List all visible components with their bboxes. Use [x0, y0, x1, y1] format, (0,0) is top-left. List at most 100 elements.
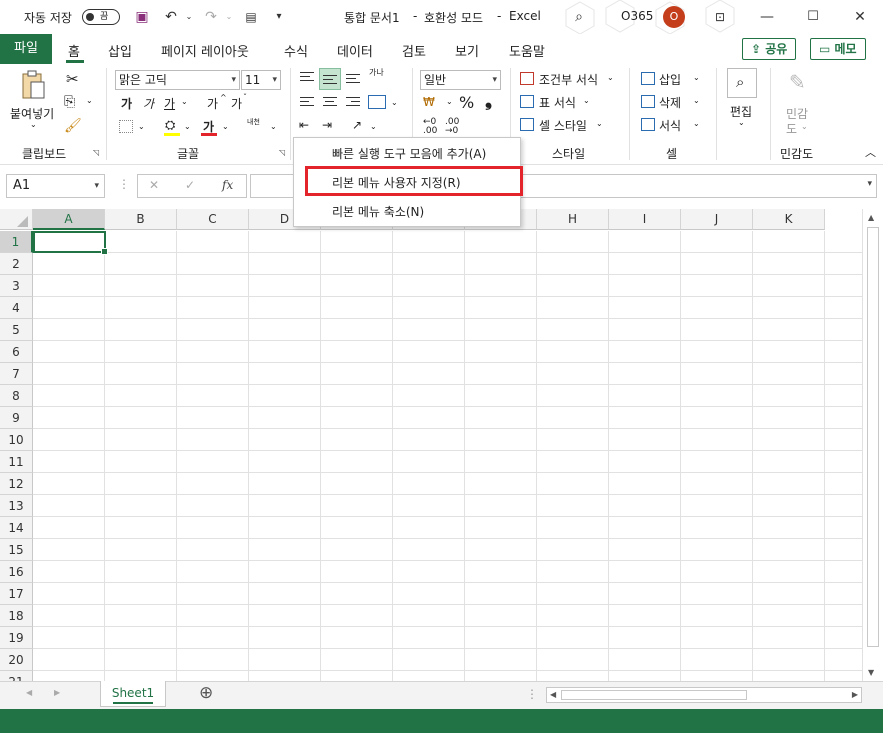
- row-header[interactable]: 11: [0, 451, 33, 473]
- phonetic-dropdown-icon[interactable]: ⌄: [270, 122, 277, 131]
- selected-cell[interactable]: [33, 231, 108, 255]
- column-header[interactable]: C: [177, 209, 249, 230]
- row-header[interactable]: 1: [0, 231, 33, 253]
- format-dropdown-icon[interactable]: ⌄: [693, 119, 700, 128]
- phonetic-button[interactable]: 내천: [247, 118, 261, 126]
- row-header[interactable]: 12: [0, 473, 33, 495]
- redo-icon[interactable]: ↷: [202, 8, 220, 26]
- tab-insert[interactable]: 삽입: [108, 41, 132, 60]
- currency-icon[interactable]: ₩: [423, 95, 435, 109]
- align-right-icon[interactable]: [346, 97, 360, 109]
- scroll-left-icon[interactable]: ◀: [550, 690, 556, 699]
- tab-data[interactable]: 데이터: [337, 41, 373, 60]
- cell-style-dropdown-icon[interactable]: ⌄: [596, 119, 603, 128]
- column-header[interactable]: A: [33, 209, 105, 230]
- conditional-format-button[interactable]: 조건부 서식: [539, 71, 598, 88]
- scroll-thumb[interactable]: [867, 227, 879, 647]
- undo-icon[interactable]: ↶: [162, 8, 180, 26]
- font-launcher-icon[interactable]: ◹: [279, 148, 288, 157]
- font-size-combo[interactable]: 11 ▾: [241, 70, 281, 90]
- tab-file[interactable]: 파일: [0, 34, 52, 64]
- row-header[interactable]: 2: [0, 253, 33, 275]
- row-header[interactable]: 15: [0, 539, 33, 561]
- enter-icon[interactable]: ✓: [185, 178, 195, 192]
- orientation-icon[interactable]: ↗: [352, 118, 362, 132]
- column-header[interactable]: I: [609, 209, 681, 230]
- fill-dropdown-icon[interactable]: ⌄: [184, 122, 191, 131]
- ribbon-display-icon[interactable]: ⊡: [711, 8, 729, 26]
- expand-formula-icon[interactable]: ▾: [867, 179, 872, 189]
- column-header[interactable]: K: [753, 209, 825, 230]
- orientation-dropdown-icon[interactable]: ⌄: [370, 122, 377, 131]
- delete-dropdown-icon[interactable]: ⌄: [693, 96, 700, 105]
- menu-item-add-to-qat[interactable]: 빠른 실행 도구 모음에 추가(A): [294, 140, 520, 168]
- underline-button[interactable]: 가: [164, 95, 175, 112]
- redo-dropdown-icon[interactable]: ⌄: [220, 8, 238, 26]
- underline-dropdown-icon[interactable]: ⌄: [181, 97, 188, 106]
- editing-button[interactable]: ⌕: [727, 68, 757, 98]
- maximize-icon[interactable]: ☐: [804, 8, 822, 26]
- tab-page-layout[interactable]: 페이지 레이아웃: [161, 41, 249, 60]
- align-center-icon[interactable]: [323, 97, 337, 109]
- copy-icon[interactable]: ⎘: [64, 94, 75, 110]
- percent-button[interactable]: %: [459, 93, 474, 112]
- scroll-up-icon[interactable]: ▲: [868, 213, 874, 222]
- table-format-button[interactable]: 표 서식: [539, 94, 576, 111]
- row-header[interactable]: 16: [0, 561, 33, 583]
- scroll-right-icon[interactable]: ▶: [852, 690, 858, 699]
- customize-qat-icon[interactable]: ▾: [270, 8, 288, 26]
- prev-sheet-icon[interactable]: ◀: [26, 688, 32, 697]
- hscroll-thumb[interactable]: [561, 690, 747, 700]
- comma-button[interactable]: ❟: [485, 90, 492, 111]
- format-cells-button[interactable]: 서식: [659, 117, 681, 134]
- row-header[interactable]: 5: [0, 319, 33, 341]
- split-handle-icon[interactable]: ⋮: [526, 687, 538, 701]
- align-left-icon[interactable]: [300, 97, 314, 109]
- grow-font-button[interactable]: 가: [207, 95, 218, 112]
- add-sheet-icon[interactable]: ⊕: [199, 683, 213, 703]
- worksheet-grid[interactable]: ABCDEFGHIJK 1234567891011121314151617181…: [0, 209, 862, 693]
- row-header[interactable]: 14: [0, 517, 33, 539]
- column-header[interactable]: H: [537, 209, 609, 230]
- next-sheet-icon[interactable]: ▶: [54, 688, 60, 697]
- row-header[interactable]: 9: [0, 407, 33, 429]
- cell-style-button[interactable]: 셀 스타일: [539, 117, 587, 134]
- currency-dropdown-icon[interactable]: ⌄: [446, 97, 453, 106]
- font-color-dropdown-icon[interactable]: ⌄: [222, 122, 229, 131]
- merge-dropdown-icon[interactable]: ⌄: [391, 98, 398, 107]
- select-all-corner[interactable]: [0, 209, 33, 230]
- save-icon[interactable]: ▣: [133, 8, 151, 26]
- italic-button[interactable]: 가: [143, 95, 154, 112]
- bold-button[interactable]: 가: [121, 95, 132, 112]
- autosave-toggle[interactable]: 끔: [82, 9, 120, 25]
- tab-help[interactable]: 도움말: [509, 41, 545, 60]
- row-header[interactable]: 8: [0, 385, 33, 407]
- avatar[interactable]: O: [663, 6, 685, 28]
- copy-dropdown-icon[interactable]: ⌄: [86, 96, 93, 105]
- collapse-ribbon-icon[interactable]: ︿: [865, 144, 876, 160]
- clipboard-launcher-icon[interactable]: ◹: [93, 148, 102, 157]
- horizontal-scrollbar[interactable]: ◀ ▶: [546, 687, 862, 703]
- paste-icon[interactable]: [20, 70, 46, 100]
- scroll-down-icon[interactable]: ▼: [868, 668, 874, 677]
- column-header[interactable]: J: [681, 209, 753, 230]
- tab-formulas[interactable]: 수식: [284, 41, 308, 60]
- menu-item-collapse-ribbon[interactable]: 리본 메뉴 축소(N): [294, 198, 520, 226]
- memo-button[interactable]: ▭ 메모: [810, 38, 866, 60]
- wrap-text-button[interactable]: 가나: [369, 68, 385, 77]
- row-header[interactable]: 10: [0, 429, 33, 451]
- border-dropdown-icon[interactable]: ⌄: [138, 122, 145, 131]
- align-bottom-icon[interactable]: [346, 74, 360, 86]
- insert-dropdown-icon[interactable]: ⌄: [693, 73, 700, 82]
- fill-color-icon[interactable]: ⛭: [165, 118, 175, 133]
- shrink-font-button[interactable]: 가: [231, 95, 242, 112]
- align-middle-button[interactable]: [319, 68, 341, 90]
- increase-indent-icon[interactable]: ⇥: [322, 118, 332, 132]
- delete-cells-button[interactable]: 삭제: [659, 94, 681, 111]
- row-header[interactable]: 4: [0, 297, 33, 319]
- font-name-combo[interactable]: 맑은 고딕 ▾: [115, 70, 240, 90]
- format-painter-icon[interactable]: 🖌: [64, 118, 82, 134]
- row-header[interactable]: 20: [0, 649, 33, 671]
- sensitivity-icon[interactable]: ✎: [789, 70, 806, 94]
- vertical-scrollbar[interactable]: ▲ ▼: [862, 209, 883, 681]
